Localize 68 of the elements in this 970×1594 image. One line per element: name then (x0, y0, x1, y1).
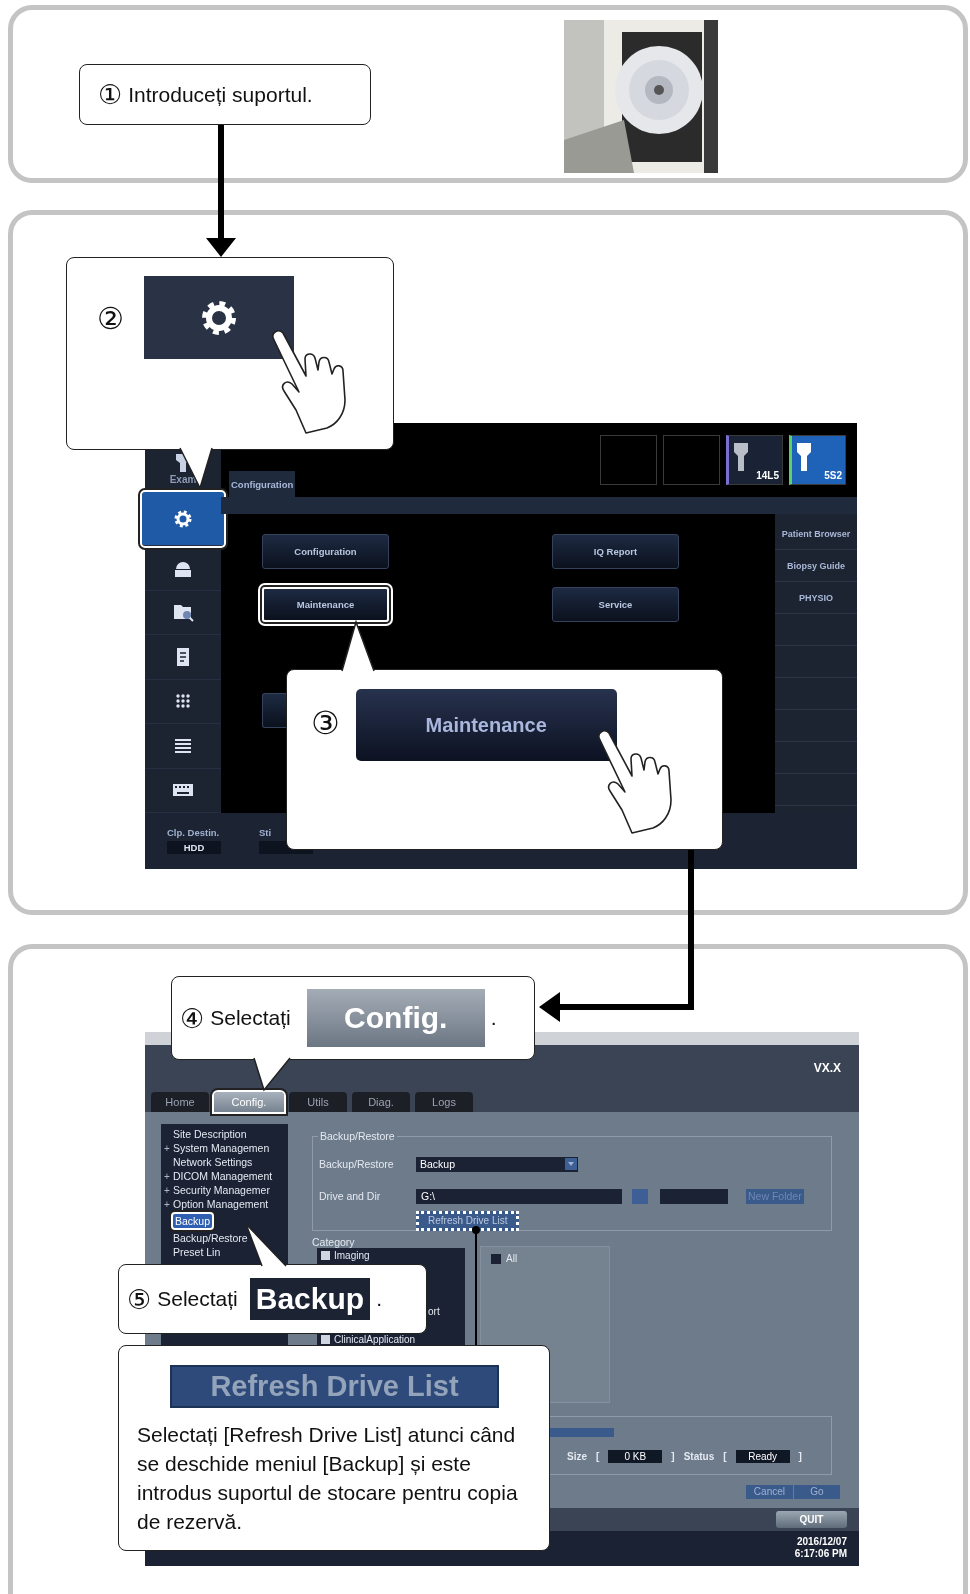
tree-item[interactable]: Preset Lin (173, 1246, 221, 1258)
date-text: 2016/12/07 (796, 1536, 847, 1548)
tab[interactable]: Configuration (229, 471, 296, 497)
probe-icon (796, 442, 812, 472)
group-title: Backup/Restore (319, 1130, 396, 1142)
tree-item[interactable]: Security Managemer (173, 1184, 270, 1196)
instruction-text: Introduceți suportul. (128, 82, 313, 107)
expand-toggle[interactable]: + (161, 1198, 173, 1210)
status-label: Sti (259, 827, 272, 838)
period-text: . (490, 1006, 497, 1030)
tab[interactable]: Utils (289, 1092, 347, 1112)
step-number: ⑤ (127, 1285, 152, 1313)
bracket: [ (723, 1451, 727, 1462)
checkbox[interactable] (491, 1253, 501, 1264)
tab[interactable]: Diag. (352, 1092, 410, 1112)
maintenance-button[interactable]: Maintenance (355, 689, 617, 761)
tree-item[interactable]: System Managemen (173, 1142, 270, 1154)
settings-button[interactable] (143, 276, 294, 359)
field-label: Backup/Restore (319, 1158, 395, 1170)
side-menu-item[interactable]: Biopsy Guide (775, 550, 857, 582)
dropdown[interactable]: Backup (416, 1156, 578, 1172)
expand-toggle[interactable]: + (161, 1170, 173, 1182)
readout-label: Size (567, 1451, 587, 1462)
list-item[interactable]: ClinicalApplication (334, 1333, 416, 1345)
menu-button[interactable]: Service (552, 587, 679, 622)
step-number: ④ (180, 1004, 205, 1032)
input-field[interactable]: G:\ (416, 1188, 622, 1204)
readout-value: 0 KB (608, 1450, 663, 1463)
instruction-text: Selectați (157, 1287, 238, 1311)
tree-item[interactable]: Network Settings (173, 1156, 253, 1168)
time-text: 6:17:06 PM (794, 1548, 847, 1560)
filter-label: All (506, 1253, 518, 1264)
expand-toggle[interactable]: + (161, 1142, 173, 1154)
step-number: ② (97, 304, 124, 334)
list-item[interactable]: ort (428, 1306, 440, 1317)
instruction-text: Selectați (210, 1006, 291, 1030)
instruction-text: Selectați [Refresh Drive List] atunci când se deschide meniul [Backup] și este introdus suportul de stocare pentru copia de rezervă. (137, 1422, 519, 1535)
list-item[interactable]: Imaging (334, 1250, 370, 1262)
side-menu-item[interactable]: Patient Browser (775, 518, 857, 550)
input-field[interactable] (660, 1188, 728, 1204)
tree-item[interactable]: DICOM Management (173, 1170, 273, 1182)
expand-toggle[interactable]: + (161, 1184, 173, 1196)
menu-button[interactable]: Configuration (262, 534, 389, 569)
probe-icon (733, 442, 749, 472)
side-menu-item[interactable]: PHYSIO (775, 582, 857, 614)
bracket: ] (798, 1451, 802, 1462)
step-number: ③ (311, 707, 340, 739)
probe-button[interactable]: 14L5 (726, 435, 783, 485)
tree-item[interactable]: Backup/Restore (173, 1232, 248, 1244)
group-title: Category (312, 1236, 356, 1248)
field-label: Drive and Dir (319, 1190, 382, 1202)
backup-item[interactable]: Backup (249, 1278, 371, 1320)
readout-label: Status (683, 1451, 715, 1462)
status-value: HDD (167, 841, 221, 854)
step-number: ① (98, 81, 123, 108)
version-label: VX.X (813, 1060, 841, 1075)
tree-item[interactable]: Site Description (173, 1128, 247, 1140)
status-label: Clp. Destin. (167, 827, 220, 838)
probe-button[interactable]: 5S2 (789, 435, 846, 485)
bracket: [ (596, 1451, 600, 1462)
refresh-button[interactable]: Refresh Drive List (416, 1211, 520, 1231)
readout-value: Ready (735, 1450, 790, 1463)
bracket: ] (671, 1451, 675, 1462)
tree-item[interactable]: Option Management (173, 1198, 269, 1210)
period-text: . (376, 1287, 382, 1311)
menu-button[interactable]: IQ Report (552, 534, 679, 569)
tab[interactable]: Logs (415, 1092, 473, 1112)
tab[interactable]: Home (151, 1092, 209, 1112)
